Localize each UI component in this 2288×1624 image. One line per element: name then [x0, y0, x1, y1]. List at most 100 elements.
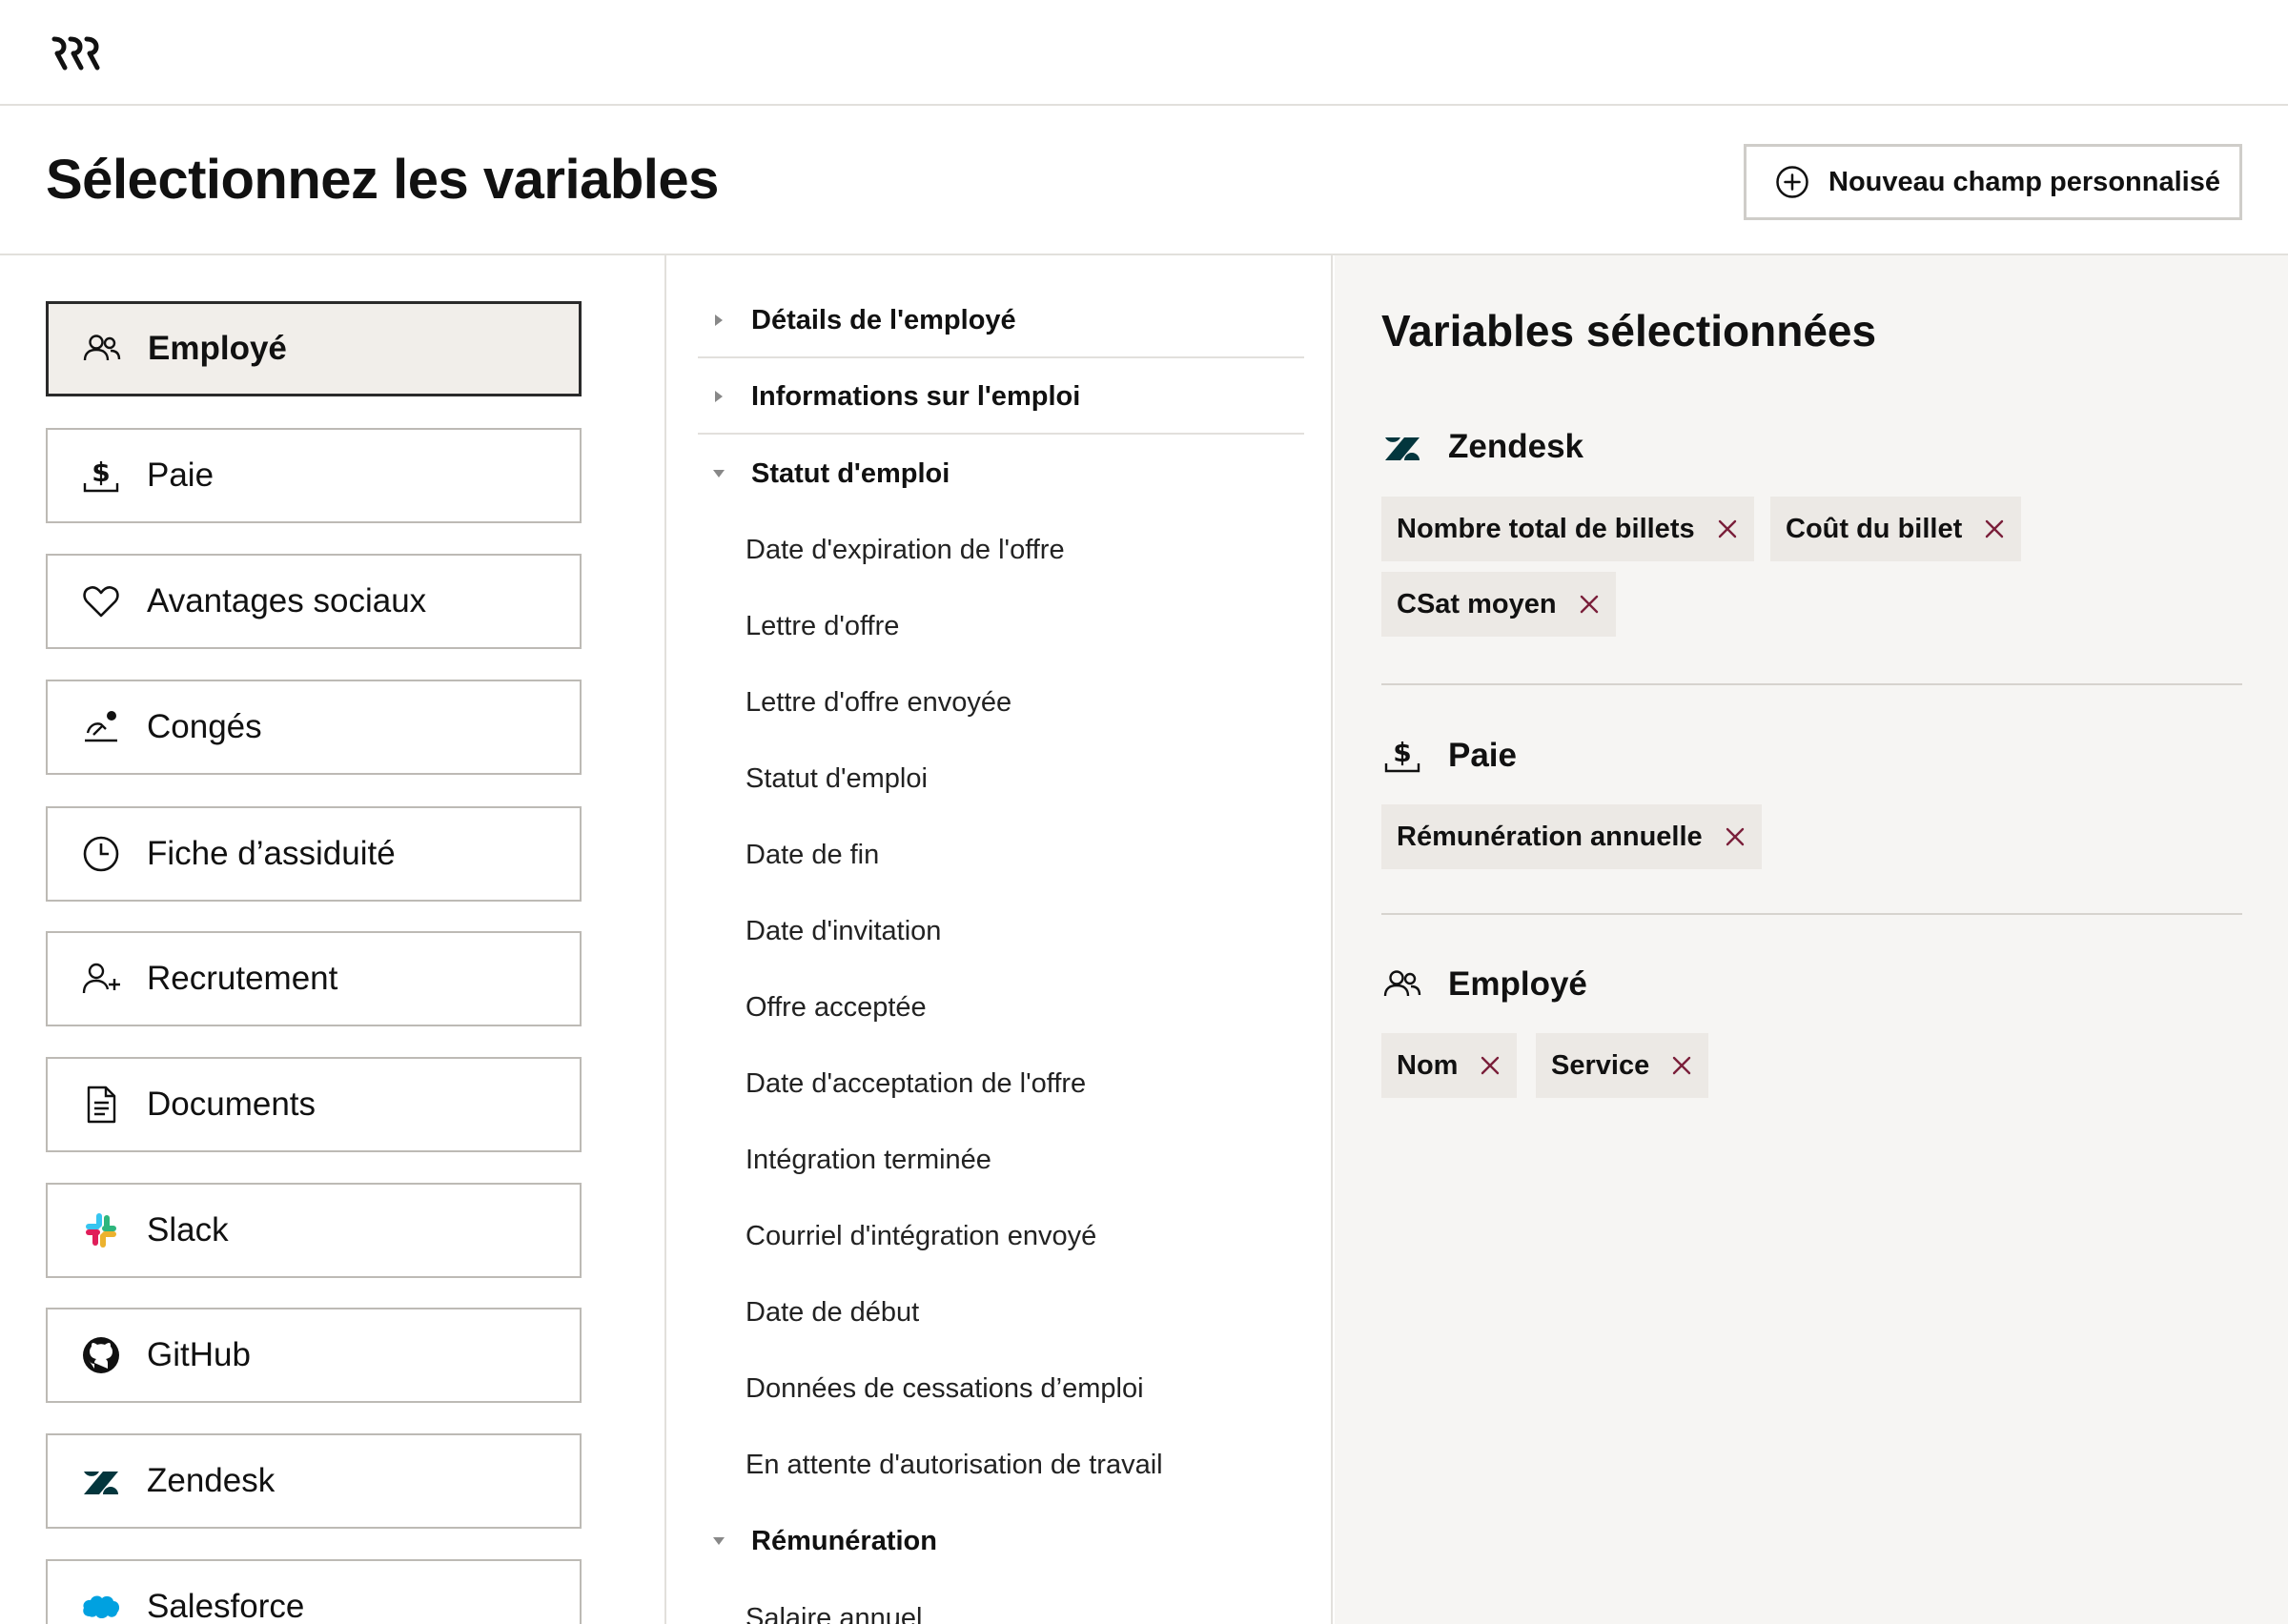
group-divider	[1381, 683, 2242, 685]
group-label: Paie	[1448, 737, 1517, 774]
selected-chip: Nombre total de billets	[1381, 497, 1754, 561]
selected-chip: Coût du billet	[1770, 497, 2022, 561]
category-label: Congés	[147, 708, 262, 745]
field-termination-data[interactable]: Données de cessations d’emploi	[746, 1362, 1144, 1415]
category-label: Paie	[147, 457, 214, 494]
remove-chip-close-icon[interactable]	[1477, 1052, 1503, 1079]
people-icon	[1381, 964, 1423, 1005]
field-annual-salary[interactable]: Salaire annuel	[746, 1592, 922, 1624]
slack-icon	[80, 1209, 122, 1251]
chip-label: Rémunération annuelle	[1397, 821, 1703, 852]
section-label: Détails de l'employé	[751, 304, 1016, 335]
category-github[interactable]: GitHub	[46, 1308, 582, 1403]
payroll-dollar-icon: $	[80, 455, 122, 497]
variable-tree: Détails de l'employé Informations sur l'…	[668, 255, 1333, 1624]
category-slack[interactable]: Slack	[46, 1183, 582, 1278]
field-offer-letter[interactable]: Lettre d'offre	[746, 599, 899, 653]
field-onboarding-email-sent[interactable]: Courriel d'intégration envoyé	[746, 1209, 1096, 1263]
field-offer-expiration-date[interactable]: Date d'expiration de l'offre	[746, 523, 1065, 577]
document-icon	[80, 1084, 122, 1126]
user-plus-icon	[80, 958, 122, 1000]
page-header: Sélectionnez les variables Nouveau champ…	[0, 106, 2288, 255]
field-invitation-date[interactable]: Date d'invitation	[746, 904, 941, 958]
remove-chip-close-icon[interactable]	[1576, 591, 1603, 618]
category-label: Recrutement	[147, 960, 338, 997]
zendesk-icon	[80, 1460, 122, 1502]
field-employment-status[interactable]: Statut d'emploi	[746, 752, 928, 805]
chip-label: CSat moyen	[1397, 588, 1557, 619]
field-offer-letter-sent[interactable]: Lettre d'offre envoyée	[746, 676, 1011, 729]
remove-chip-close-icon[interactable]	[1714, 516, 1741, 542]
category-label: Slack	[147, 1211, 229, 1248]
section-employee-details[interactable]: Détails de l'employé	[698, 284, 1304, 358]
group-payroll: $ Paie	[1381, 732, 1517, 780]
field-onboarding-complete[interactable]: Intégration terminée	[746, 1133, 991, 1187]
field-pending-work-authorization[interactable]: En attente d'autorisation de travail	[746, 1438, 1163, 1492]
category-label: Employé	[148, 330, 287, 367]
category-time-off[interactable]: Congés	[46, 680, 582, 775]
category-label: Documents	[147, 1086, 317, 1123]
payroll-dollar-icon: $	[1381, 735, 1423, 777]
group-label: Employé	[1448, 965, 1587, 1003]
section-job-info[interactable]: Informations sur l'emploi	[698, 360, 1304, 435]
top-bar	[0, 0, 2288, 106]
caret-right-icon	[707, 309, 730, 332]
category-benefits[interactable]: Avantages sociaux	[46, 554, 582, 649]
time-off-icon	[80, 706, 122, 748]
section-label: Rémunération	[751, 1525, 937, 1556]
category-employee[interactable]: Employé	[46, 301, 582, 396]
new-custom-field-button[interactable]: Nouveau champ personnalisé	[1744, 144, 2242, 220]
category-label: Avantages sociaux	[147, 582, 427, 619]
category-zendesk[interactable]: Zendesk	[46, 1433, 582, 1529]
page-title: Sélectionnez les variables	[46, 149, 719, 211]
selected-chip: Service	[1536, 1033, 1709, 1098]
chip-label: Nom	[1397, 1049, 1459, 1081]
category-salesforce[interactable]: Salesforce	[46, 1559, 582, 1624]
rippling-logo-icon[interactable]	[51, 36, 103, 71]
people-icon	[81, 328, 123, 370]
remove-chip-close-icon[interactable]	[1722, 823, 1748, 850]
group-label: Zendesk	[1448, 428, 1583, 465]
chip-label: Nombre total de billets	[1397, 513, 1695, 544]
remove-chip-close-icon[interactable]	[1981, 516, 2008, 542]
new-custom-field-label: Nouveau champ personnalisé	[1828, 166, 2220, 197]
category-label: Fiche d’assiduité	[147, 835, 396, 872]
category-documents[interactable]: Documents	[46, 1057, 582, 1152]
caret-down-icon	[707, 462, 730, 485]
group-employee: Employé	[1381, 961, 1587, 1008]
section-compensation[interactable]: Rémunération	[698, 1504, 1304, 1578]
selected-chip: Rémunération annuelle	[1381, 804, 1762, 869]
heart-icon	[80, 580, 122, 622]
category-list: Employé $ Paie Avantages sociaux Congés …	[0, 255, 666, 1624]
section-employment-status[interactable]: Statut d'emploi	[698, 436, 1304, 511]
category-recruiting[interactable]: Recrutement	[46, 931, 582, 1026]
selected-chip: CSat moyen	[1381, 572, 1616, 637]
caret-right-icon	[707, 385, 730, 408]
salesforce-icon	[80, 1586, 122, 1624]
category-timesheet[interactable]: Fiche d’assiduité	[46, 806, 582, 902]
svg-text:$: $	[1393, 737, 1411, 768]
group-divider	[1381, 913, 2242, 915]
svg-text:$: $	[92, 457, 110, 488]
field-offer-accepted[interactable]: Offre acceptée	[746, 981, 927, 1034]
plus-circle-icon	[1776, 166, 1808, 198]
category-label: GitHub	[147, 1336, 251, 1373]
github-icon	[80, 1334, 122, 1376]
category-label: Salesforce	[147, 1588, 305, 1624]
section-label: Informations sur l'emploi	[751, 380, 1081, 412]
section-label: Statut d'emploi	[751, 457, 950, 489]
clock-icon	[80, 833, 122, 875]
caret-down-icon	[707, 1530, 730, 1553]
field-start-date[interactable]: Date de début	[746, 1286, 919, 1339]
selected-variables-title: Variables sélectionnées	[1381, 306, 1877, 355]
field-offer-acceptance-date[interactable]: Date d'acceptation de l'offre	[746, 1057, 1086, 1110]
zendesk-icon	[1381, 426, 1423, 468]
group-zendesk: Zendesk	[1381, 423, 1583, 471]
selected-chip: Nom	[1381, 1033, 1518, 1098]
remove-chip-close-icon[interactable]	[1668, 1052, 1695, 1079]
category-label: Zendesk	[147, 1462, 276, 1499]
selected-variables-panel: Variables sélectionnées Zendesk Nombre t…	[1335, 255, 2288, 1624]
category-payroll[interactable]: $ Paie	[46, 428, 582, 523]
chip-label: Service	[1551, 1049, 1650, 1081]
field-end-date[interactable]: Date de fin	[746, 828, 879, 882]
